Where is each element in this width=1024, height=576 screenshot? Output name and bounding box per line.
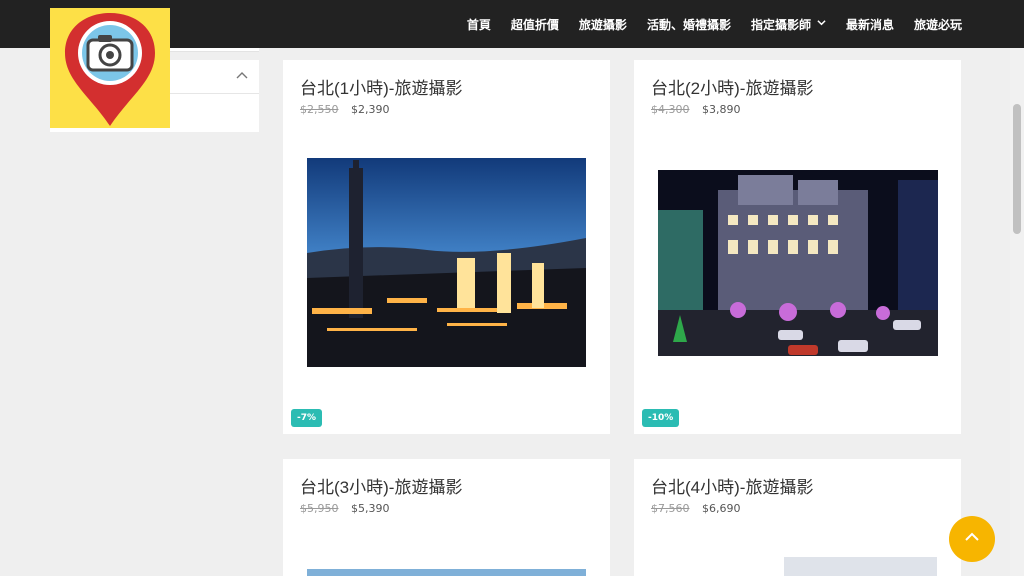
site-logo[interactable] [50,8,170,128]
nav-item-news[interactable]: 最新消息 [846,16,894,33]
sale-price: $2,390 [351,103,390,116]
back-to-top-button[interactable] [949,516,995,562]
nav-item-photographers-label: 指定攝影師 [750,17,811,32]
nav-item-event-wedding-photography[interactable]: 活動、婚禮攝影 [647,16,731,33]
product-price: $4,300 $3,890 [651,103,741,116]
sale-price: $6,690 [702,502,741,515]
product-card[interactable]: 台北(4小時)-旅遊攝影 $7,560 $6,690 [634,459,961,576]
original-price: $7,560 [651,502,690,515]
chevron-up-icon[interactable] [235,68,249,82]
chevron-down-icon [817,18,826,30]
discount-badge: -7% [291,409,323,427]
nav-item-must-visit[interactable]: 旅遊必玩 [914,16,962,33]
product-title[interactable]: 台北(2小時)-旅遊攝影 [651,74,813,99]
main-nav: 首頁 超值折價 旅遊攝影 活動、婚禮攝影 指定攝影師 最新消息 旅遊必玩 [447,0,962,48]
product-title[interactable]: 台北(3小時)-旅遊攝影 [300,473,462,498]
discount-badge: -10% [642,409,680,427]
product-card[interactable]: 台北(2小時)-旅遊攝影 $4,300 $3,890 -10% [634,60,961,434]
chevron-up-icon [963,528,981,550]
product-image-taipei-101-night[interactable] [307,158,586,367]
product-price: $7,560 $6,690 [651,502,741,515]
camera-location-pin-icon [65,13,155,126]
product-image[interactable] [784,557,937,576]
nav-item-photographers[interactable]: 指定攝影師 [751,16,826,33]
nav-item-home[interactable]: 首頁 [467,16,491,33]
sale-price: $3,890 [702,103,741,116]
sale-price: $5,390 [351,502,390,515]
product-image-taipei-building-night[interactable] [658,170,938,356]
product-title[interactable]: 台北(1小時)-旅遊攝影 [300,74,462,99]
product-title[interactable]: 台北(4小時)-旅遊攝影 [651,473,813,498]
scrollbar-thumb[interactable] [1013,104,1021,234]
original-price: $5,950 [300,502,339,515]
product-image[interactable] [307,569,586,576]
original-price: $4,300 [651,103,690,116]
product-card[interactable]: 台北(1小時)-旅遊攝影 $2,550 $2,390 -7% [283,60,610,434]
product-card[interactable]: 台北(3小時)-旅遊攝影 $5,950 $5,390 [283,459,610,576]
nav-item-discounts[interactable]: 超值折價 [511,16,559,33]
original-price: $2,550 [300,103,339,116]
product-price: $5,950 $5,390 [300,502,390,515]
product-price: $2,550 $2,390 [300,103,390,116]
nav-item-travel-photography[interactable]: 旅遊攝影 [579,16,627,33]
